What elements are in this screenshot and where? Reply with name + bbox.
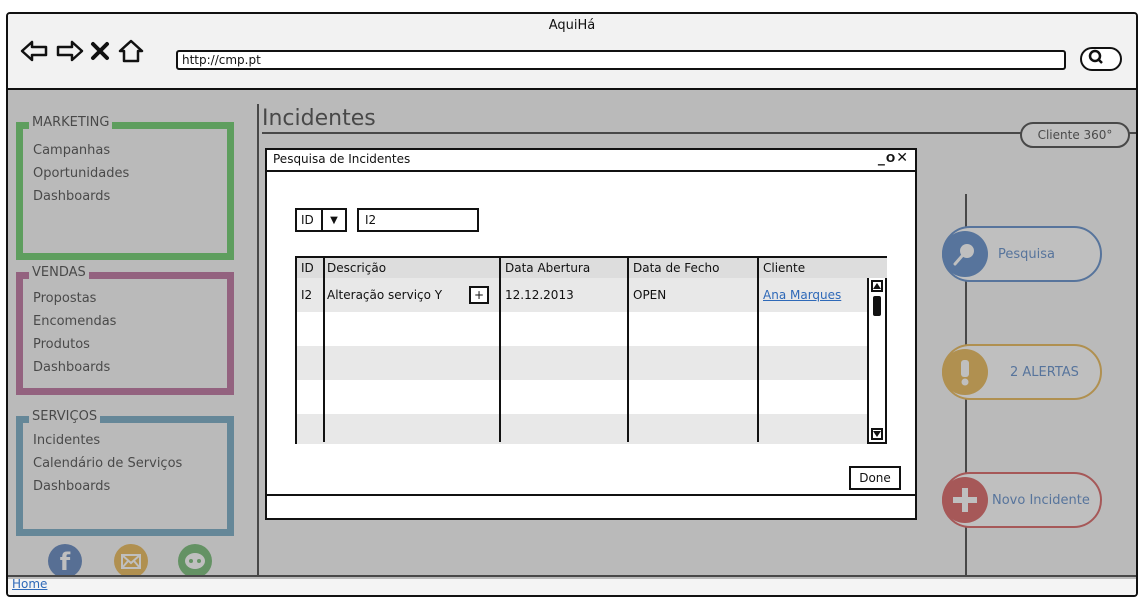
table-row-stripe	[297, 414, 867, 444]
minimize-icon[interactable]: _	[878, 150, 886, 166]
search-button[interactable]	[1080, 47, 1122, 71]
column-divider	[323, 258, 325, 442]
home-icon[interactable]	[116, 38, 146, 64]
incidents-table: ID Descrição Data Abertura Data de Fecho…	[295, 256, 887, 444]
dialog-title-separator	[267, 170, 915, 172]
cell-data-fecho: OPEN	[633, 288, 667, 302]
table-row-stripe	[297, 346, 867, 380]
cell-cliente-link[interactable]: Ana Marques	[763, 286, 841, 304]
cell-descricao: Alteração serviço Y	[327, 288, 443, 302]
dialog-title: Pesquisa de Incidentes	[273, 152, 411, 166]
chevron-down-icon: ▼	[330, 214, 338, 226]
column-divider	[757, 258, 759, 442]
app-title: AquiHá	[548, 18, 596, 33]
close-icon[interactable]	[88, 38, 112, 64]
browser-toolbar: AquiHá http://cmp.pt	[8, 14, 1136, 88]
arrow-right-icon[interactable]	[54, 38, 84, 64]
cell-data-abertura: 12.12.2013	[505, 288, 574, 302]
scrollbar-thumb[interactable]	[873, 296, 881, 316]
search-input[interactable]: I2	[357, 208, 479, 232]
cell-id: I2	[301, 288, 313, 302]
column-header-id: ID	[301, 258, 314, 278]
scroll-up-icon[interactable]	[871, 280, 883, 292]
close-icon[interactable]: ✕	[896, 150, 909, 166]
arrow-left-icon[interactable]	[20, 38, 50, 64]
column-header-data-abertura: Data Abertura	[505, 258, 591, 278]
column-divider	[627, 258, 629, 442]
home-link[interactable]: Home	[12, 577, 47, 591]
column-header-data-fecho: Data de Fecho	[633, 258, 720, 278]
scroll-down-icon[interactable]	[871, 428, 883, 440]
field-select[interactable]: ID ▼	[295, 208, 347, 232]
done-button[interactable]: Done	[849, 466, 901, 490]
dialog-footer-separator	[267, 494, 915, 496]
field-select-value: ID	[297, 210, 323, 230]
search-incidents-dialog: Pesquisa de Incidentes _O✕ ID ▼ I2 ID De…	[265, 148, 917, 520]
column-divider	[499, 258, 501, 442]
maximize-icon[interactable]: O	[886, 152, 896, 165]
window-controls[interactable]: _O✕	[878, 150, 909, 166]
column-header-descricao: Descrição	[327, 258, 387, 278]
column-header-cliente: Cliente	[763, 258, 806, 278]
url-input[interactable]: http://cmp.pt	[176, 50, 1066, 70]
table-scrollbar[interactable]	[867, 278, 885, 442]
search-icon	[1088, 49, 1104, 69]
expand-row-button[interactable]: +	[469, 286, 489, 304]
